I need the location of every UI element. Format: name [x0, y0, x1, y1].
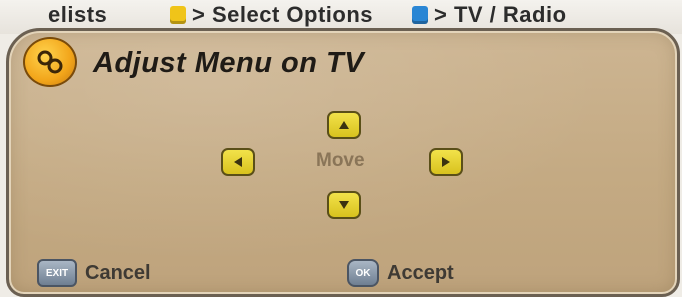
- hint-tv-radio-label: > TV / Radio: [434, 2, 567, 27]
- dialog-title: Adjust Menu on TV: [93, 47, 365, 79]
- right-arrow-icon[interactable]: [429, 148, 463, 176]
- down-arrow-icon[interactable]: [327, 191, 361, 219]
- accept-button[interactable]: OK Accept: [347, 259, 454, 287]
- up-arrow-icon[interactable]: [327, 111, 361, 139]
- blue-key-icon: [412, 6, 428, 24]
- hint-tv-radio: > TV / Radio: [412, 1, 567, 29]
- ok-key-icon: OK: [347, 259, 379, 287]
- hint-select-options: > Select Options: [170, 1, 373, 29]
- exit-key-icon: EXIT: [37, 259, 77, 287]
- circle-logo-icon: [23, 37, 77, 87]
- hint-elists-label: elists: [48, 2, 108, 27]
- hint-elists: elists: [48, 1, 107, 29]
- cancel-button[interactable]: EXIT Cancel: [37, 259, 151, 287]
- left-arrow-icon[interactable]: [221, 148, 255, 176]
- adjust-menu-dialog: Adjust Menu on TV Move EXIT Cancel OK Ac…: [6, 28, 680, 297]
- hint-select-options-label: > Select Options: [192, 2, 373, 27]
- yellow-key-icon: [170, 6, 186, 24]
- accept-label: Accept: [387, 261, 454, 284]
- cancel-label: Cancel: [85, 261, 151, 284]
- move-label: Move: [316, 150, 365, 171]
